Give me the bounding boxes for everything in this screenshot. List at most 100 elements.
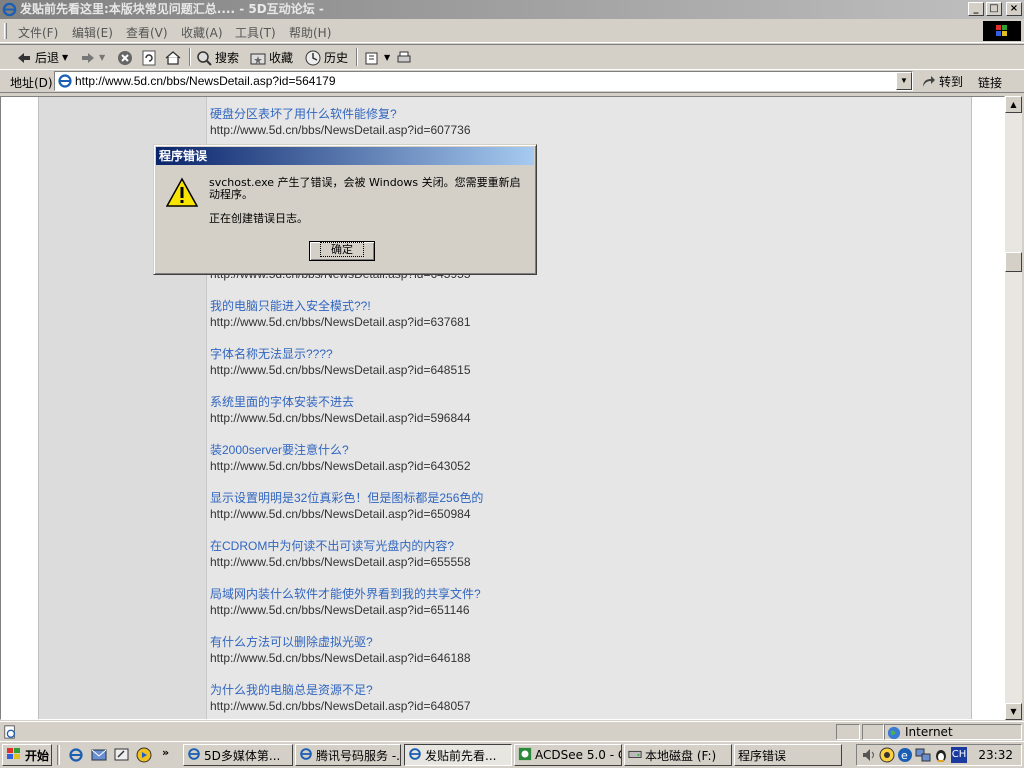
- maximize-button[interactable]: □: [986, 2, 1002, 16]
- printer-icon: [396, 50, 412, 66]
- print-button[interactable]: [396, 48, 412, 67]
- tray-volume-icon[interactable]: [861, 747, 877, 766]
- tray-qq-icon[interactable]: [879, 747, 895, 766]
- history-icon: [305, 50, 321, 66]
- history-button[interactable]: 历史: [305, 48, 348, 67]
- vertical-scrollbar[interactable]: ▲ ▼: [1005, 96, 1022, 720]
- quicklaunch-outlook-icon[interactable]: [91, 747, 107, 766]
- dialog-message: svchost.exe 产生了错误，会被 Windows 关闭。您需要重新启动程…: [209, 177, 524, 237]
- faq-question-link[interactable]: 为什么我的电脑总是资源不足?: [210, 682, 471, 698]
- faq-item[interactable]: 装2000server要注意什么? http://www.5d.cn/bbs/N…: [210, 442, 471, 474]
- faq-question-link[interactable]: 有什么方法可以删除虚拟光驱?: [210, 634, 471, 650]
- task-button-faq[interactable]: 发贴前先看...: [404, 744, 512, 766]
- faq-item[interactable]: 硬盘分区表坏了用什么软件能修复? http://www.5d.cn/bbs/Ne…: [210, 106, 471, 138]
- mail-button[interactable]: ▼: [365, 48, 390, 67]
- menu-bar: 文件(F) 编辑(E) 查看(V) 收藏(A) 工具(T) 帮助(H): [0, 19, 1024, 43]
- task-label: 腾讯号码服务 -...: [316, 748, 401, 763]
- menu-tools[interactable]: 工具(T): [235, 24, 276, 41]
- task-button-tencent[interactable]: 腾讯号码服务 -...: [295, 744, 401, 766]
- faq-question-link[interactable]: 显示设置明明是32位真彩色！但是图标都是256色的: [210, 490, 483, 506]
- back-arrow-icon: [16, 50, 32, 66]
- address-input[interactable]: http://www.5d.cn/bbs/NewsDetail.asp?id=5…: [54, 71, 913, 91]
- ok-button[interactable]: 确定: [309, 241, 375, 261]
- faq-url: http://www.5d.cn/bbs/NewsDetail.asp?id=5…: [210, 411, 471, 425]
- close-button[interactable]: ×: [1006, 2, 1022, 16]
- status-bar: Internet: [0, 721, 1024, 741]
- home-button[interactable]: [165, 48, 181, 67]
- scroll-thumb[interactable]: [1005, 252, 1022, 272]
- search-button[interactable]: 搜索: [196, 48, 239, 67]
- mail-icon: [365, 50, 381, 66]
- task-button-acdsee[interactable]: ACDSee 5.0 - C:\...: [514, 744, 622, 766]
- stop-button[interactable]: [117, 48, 133, 67]
- toolbar-separator: [356, 48, 358, 66]
- task-button-5d[interactable]: 5D多媒体第...: [183, 744, 293, 766]
- faq-item[interactable]: 在CDROM中为何读不出可读写光盘内的内容? http://www.5d.cn/…: [210, 538, 471, 570]
- back-dropdown-icon[interactable]: ▼: [62, 53, 68, 62]
- menu-file[interactable]: 文件(F): [18, 24, 58, 41]
- faq-url: http://www.5d.cn/bbs/NewsDetail.asp?id=6…: [210, 603, 470, 617]
- quicklaunch-media-icon[interactable]: [136, 747, 152, 766]
- faq-question-link[interactable]: 硬盘分区表坏了用什么软件能修复?: [210, 106, 471, 122]
- task-label: 本地磁盘 (F:): [645, 748, 717, 763]
- scroll-up-button[interactable]: ▲: [1005, 96, 1022, 113]
- task-button-local-disk[interactable]: 本地磁盘 (F:): [624, 744, 732, 766]
- address-label: 地址(D): [10, 76, 53, 90]
- back-button[interactable]: 后退 ▼: [16, 48, 68, 67]
- faq-question-link[interactable]: 我的电脑只能进入安全模式??!: [210, 298, 471, 314]
- menu-view[interactable]: 查看(V): [126, 24, 168, 41]
- faq-item[interactable]: 我的电脑只能进入安全模式??! http://www.5d.cn/bbs/New…: [210, 298, 471, 330]
- start-button[interactable]: 开始: [2, 744, 52, 766]
- quicklaunch-more-icon[interactable]: »: [162, 746, 169, 759]
- taskbar: 开始 » 5D多媒体第... 腾讯号码服务 -... 发贴前先看... ACDS…: [0, 741, 1024, 768]
- quicklaunch-desktop-icon[interactable]: [114, 747, 130, 766]
- tray-ie-icon[interactable]: e: [897, 747, 913, 766]
- faq-question-link[interactable]: 系统里面的字体安装不进去: [210, 394, 471, 410]
- faq-url: http://www.5d.cn/bbs/NewsDetail.asp?id=6…: [210, 699, 471, 713]
- status-zone-text: Internet: [905, 725, 953, 739]
- faq-question-link[interactable]: 在CDROM中为何读不出可读写光盘内的内容?: [210, 538, 471, 554]
- minimize-button[interactable]: _: [968, 2, 984, 16]
- faq-item[interactable]: 局域网内装什么软件才能使外界看到我的共享文件? http://www.5d.cn…: [210, 586, 481, 618]
- faq-item[interactable]: 为什么我的电脑总是资源不足? http://www.5d.cn/bbs/News…: [210, 682, 471, 714]
- faq-item[interactable]: 有什么方法可以删除虚拟光驱? http://www.5d.cn/bbs/News…: [210, 634, 471, 666]
- home-icon: [165, 50, 181, 66]
- menu-help[interactable]: 帮助(H): [289, 24, 331, 41]
- faq-item[interactable]: 显示设置明明是32位真彩色！但是图标都是256色的 http://www.5d.…: [210, 490, 483, 522]
- refresh-button[interactable]: [141, 48, 157, 67]
- favorites-folder-icon: [250, 50, 266, 66]
- tray-penguin-icon[interactable]: [933, 747, 949, 766]
- ie-icon: [2, 2, 17, 17]
- refresh-icon: [141, 50, 157, 66]
- task-acdsee-icon: [518, 747, 532, 764]
- menu-edit[interactable]: 编辑(E): [72, 24, 113, 41]
- mail-dropdown-icon[interactable]: ▼: [384, 53, 390, 62]
- faq-question-link[interactable]: 字体名称无法显示????: [210, 346, 471, 362]
- menu-favorites[interactable]: 收藏(A): [181, 24, 223, 41]
- scroll-down-button[interactable]: ▼: [1005, 703, 1022, 720]
- faq-question-link[interactable]: 局域网内装什么软件才能使外界看到我的共享文件?: [210, 586, 481, 602]
- favorites-button[interactable]: 收藏: [250, 48, 293, 67]
- links-button[interactable]: 链接: [978, 74, 1002, 91]
- faq-question-link[interactable]: 装2000server要注意什么?: [210, 442, 471, 458]
- go-button[interactable]: 转到: [920, 73, 963, 90]
- windows-flag-icon: [6, 746, 22, 765]
- error-dialog: 程序错误 svchost.exe 产生了错误，会被 Windows 关闭。您需要…: [153, 144, 537, 275]
- tray-network-icon[interactable]: [915, 747, 931, 766]
- faq-item[interactable]: 字体名称无法显示???? http://www.5d.cn/bbs/NewsDe…: [210, 346, 471, 378]
- quicklaunch-ie-icon[interactable]: [68, 747, 84, 766]
- dialog-title-bar[interactable]: 程序错误: [156, 147, 534, 165]
- clock[interactable]: 23:32: [978, 748, 1013, 762]
- task-button-error[interactable]: 程序错误: [734, 744, 842, 766]
- task-ie-icon: [408, 747, 422, 764]
- toolbar-separator: [189, 48, 191, 66]
- forward-dropdown-icon[interactable]: ▼: [99, 53, 105, 62]
- address-dropdown-button[interactable]: ▼: [896, 72, 912, 90]
- forward-button[interactable]: ▼: [80, 48, 105, 67]
- window-title-bar[interactable]: 发贴前先看这里:本版块常见问题汇总.... - 5D互动论坛 - _ □ ×: [0, 0, 1024, 19]
- ok-label: 确定: [320, 242, 364, 257]
- status-panel: [836, 724, 860, 740]
- tray-language-indicator[interactable]: CH: [951, 747, 967, 763]
- faq-item[interactable]: 系统里面的字体安装不进去 http://www.5d.cn/bbs/NewsDe…: [210, 394, 471, 426]
- task-ie-icon: [299, 747, 313, 764]
